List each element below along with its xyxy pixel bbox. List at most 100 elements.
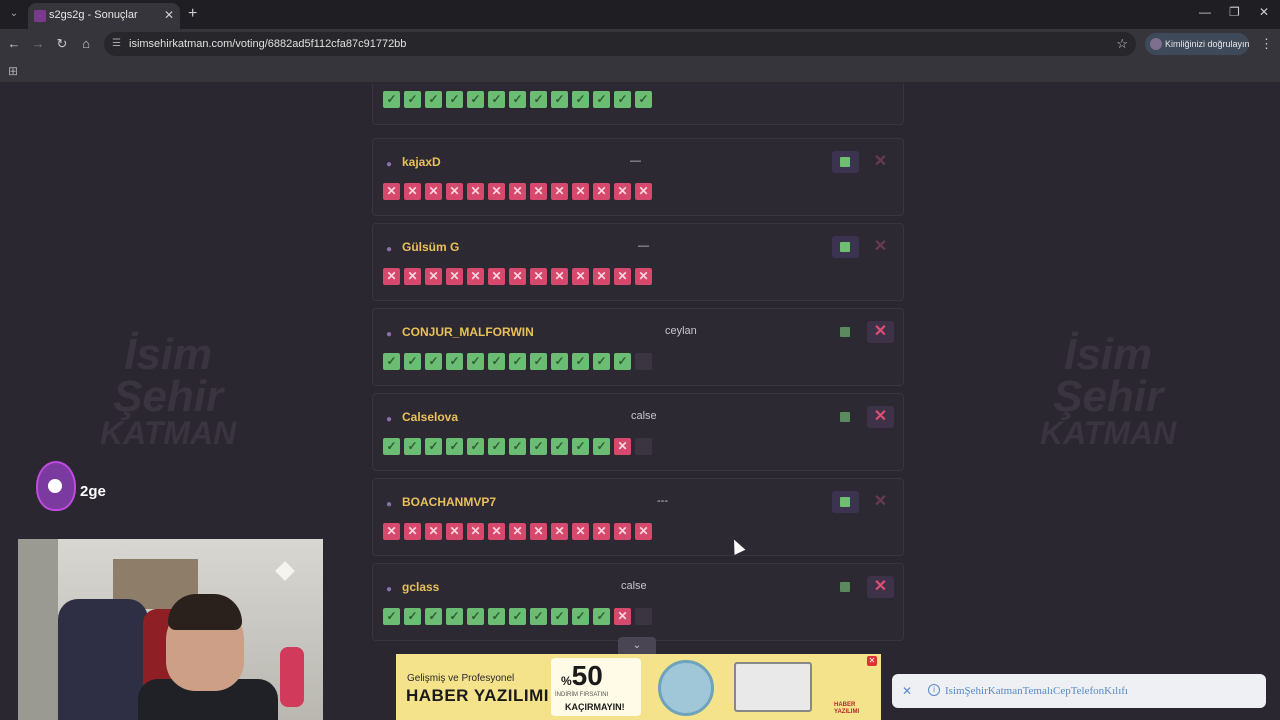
address-bar[interactable]: ☰ isimsehirkatman.com/voting/6882ad5f112… xyxy=(104,32,1136,56)
close-window-icon[interactable]: ✕ xyxy=(1259,5,1269,19)
check-square-icon xyxy=(840,412,850,422)
vote-marks: ✓ ✓ ✓ ✓ ✓ ✓ ✓ ✓ ✓ ✓ ✓ ✕ xyxy=(383,608,652,626)
cross-mark-icon: ✕ xyxy=(404,268,421,285)
url-text[interactable]: isimsehirkatman.com/voting/6882ad5f112cf… xyxy=(129,38,406,50)
vote-marks: ✕ ✕ ✕ ✕ ✕ ✕ ✕ ✕ ✕ ✕ ✕ ✕ ✕ xyxy=(383,268,652,286)
home-icon[interactable]: ⌂ xyxy=(78,36,94,51)
close-icon[interactable]: ✕ xyxy=(902,684,912,698)
check-mark-icon: ✓ xyxy=(530,91,547,108)
cross-mark-icon: ✕ xyxy=(446,268,463,285)
vote-wrong-button[interactable]: ✕ xyxy=(867,236,894,258)
profile-button[interactable]: Kimliğinizi doğrulayın xyxy=(1145,33,1250,55)
empty-mark xyxy=(635,353,652,370)
cross-mark-icon: ✕ xyxy=(509,523,526,540)
player-name-text: kajaxD xyxy=(402,155,441,169)
cross-mark-icon: ✕ xyxy=(593,268,610,285)
vote-correct-button[interactable] xyxy=(832,576,859,598)
check-mark-icon: ✓ xyxy=(551,91,568,108)
vote-correct-button[interactable] xyxy=(832,151,859,173)
vote-wrong-button[interactable]: ✕ xyxy=(867,321,894,343)
cross-mark-icon: ✕ xyxy=(635,183,652,200)
vote-wrong-button[interactable]: ✕ xyxy=(867,576,894,598)
ad-sub2: KAÇIRMAYIN! xyxy=(565,702,625,712)
vote-wrong-button[interactable]: ✕ xyxy=(867,491,894,513)
bg-logo-line1: İsim xyxy=(1064,330,1153,379)
info-icon: i xyxy=(928,684,940,696)
player-name: ● Gülsüm G xyxy=(386,240,459,255)
check-mark-icon: ✓ xyxy=(425,91,442,108)
tab-search-icon[interactable]: ⌄ xyxy=(6,6,22,22)
close-icon[interactable]: ✕ xyxy=(164,8,174,22)
vote-marks: ✓ ✓ ✓ ✓ ✓ ✓ ✓ ✓ ✓ ✓ ✓ ✕ xyxy=(383,438,652,456)
minimize-icon[interactable]: — xyxy=(1199,5,1211,19)
bookmark-star-icon[interactable]: ☆ xyxy=(1116,36,1128,52)
cross-mark-icon: ✕ xyxy=(614,183,631,200)
vote-correct-button[interactable] xyxy=(832,321,859,343)
player-name: ● kajaxD xyxy=(386,155,441,170)
check-mark-icon: ✓ xyxy=(446,608,463,625)
cross-mark-icon: ✕ xyxy=(467,268,484,285)
check-mark-icon: ✓ xyxy=(383,438,400,455)
cross-mark-icon: ✕ xyxy=(467,183,484,200)
cross-mark-icon: ✕ xyxy=(572,268,589,285)
check-mark-icon: ✓ xyxy=(383,608,400,625)
ad-discount-badge: %50 İNDİRİM FIRSATINI KAÇIRMAYIN! xyxy=(551,658,641,716)
cross-mark-icon: ✕ xyxy=(404,523,421,540)
cross-mark-icon: ✕ xyxy=(572,523,589,540)
bg-logo-line2: Şehir xyxy=(1053,371,1164,421)
vote-correct-button[interactable] xyxy=(832,406,859,428)
player-answer: calse xyxy=(621,580,647,592)
result-row: ● Calselova calse ✕ ✓ ✓ ✓ ✓ ✓ ✓ ✓ ✓ ✓ ✓ ✓ ✕ xyxy=(372,393,904,471)
plus-icon[interactable]: + xyxy=(188,5,197,23)
profile-label: Kimliğinizi doğrulayın xyxy=(1165,39,1250,49)
site-info-icon[interactable]: ☰ xyxy=(112,38,124,50)
vote-wrong-button[interactable]: ✕ xyxy=(867,151,894,173)
vote-correct-button[interactable] xyxy=(832,236,859,258)
cross-mark-icon: ✕ xyxy=(551,183,568,200)
check-square-icon xyxy=(840,242,850,252)
maximize-icon[interactable]: ❐ xyxy=(1229,5,1240,19)
cross-mark-icon: ✕ xyxy=(383,183,400,200)
apps-grid-icon[interactable]: ⊞ xyxy=(8,64,18,78)
bird-logo-icon xyxy=(36,461,76,511)
cross-mark-icon: ✕ xyxy=(509,183,526,200)
bg-logo-line2: Şehir xyxy=(113,371,224,421)
result-row: ● Gülsüm G — ✕ ✕ ✕ ✕ ✕ ✕ ✕ ✕ ✕ ✕ ✕ ✕ ✕ ✕ xyxy=(372,223,904,301)
notification-bar[interactable]: ✕ i IsimŞehirKatmanTemalıCepTelefonKılıf… xyxy=(892,674,1266,708)
cross-mark-icon: ✕ xyxy=(509,268,526,285)
check-square-icon xyxy=(840,497,850,507)
check-mark-icon: ✓ xyxy=(614,353,631,370)
vote-correct-button[interactable] xyxy=(832,491,859,513)
result-row: ● CONJUR_MALFORWIN ceylan ✕ ✓ ✓ ✓ ✓ ✓ ✓ ✓ ✓ ✓ ✓ ✓ ✓ xyxy=(372,308,904,386)
user-icon: ● xyxy=(386,329,393,340)
player-answer: --- xyxy=(657,495,668,507)
tab-active[interactable]: s2gs2g - Sonuçlar ✕ xyxy=(28,3,180,29)
background-logo-right: İsim Şehir KATMAN xyxy=(1040,330,1176,449)
notification-text[interactable]: IsimŞehirKatmanTemalıCepTelefonKılıfı xyxy=(945,685,1128,697)
user-icon: ● xyxy=(386,499,393,510)
ad-banner[interactable]: Gelişmiş ve Profesyonel HABER YAZILIMI %… xyxy=(396,654,881,720)
microphone-icon xyxy=(280,647,304,707)
check-mark-icon: ✓ xyxy=(446,438,463,455)
check-mark-icon: ✓ xyxy=(635,91,652,108)
empty-mark xyxy=(635,438,652,455)
check-mark-icon: ✓ xyxy=(383,353,400,370)
check-mark-icon: ✓ xyxy=(404,353,421,370)
cross-mark-icon: ✕ xyxy=(635,268,652,285)
check-mark-icon: ✓ xyxy=(446,91,463,108)
kebab-menu-icon[interactable]: ⋮ xyxy=(1260,36,1273,52)
check-mark-icon: ✓ xyxy=(488,353,505,370)
check-mark-icon: ✓ xyxy=(530,608,547,625)
ad-close-icon[interactable]: ✕ xyxy=(867,656,877,666)
vote-marks: ✓ ✓ ✓ ✓ ✓ ✓ ✓ ✓ ✓ ✓ ✓ ✓ ✓ xyxy=(383,91,652,109)
favicon-icon xyxy=(34,10,46,22)
check-square-icon xyxy=(840,327,850,337)
vote-wrong-button[interactable]: ✕ xyxy=(867,406,894,428)
cross-mark-icon: ✕ xyxy=(614,268,631,285)
forward-icon[interactable]: → xyxy=(30,36,46,51)
reload-icon[interactable]: ↻ xyxy=(54,36,70,52)
back-icon[interactable]: ← xyxy=(6,36,22,51)
ad-collapse-button[interactable]: ⌄ xyxy=(618,637,656,655)
tab-bar: ⌄ s2gs2g - Sonuçlar ✕ + — ❐ ✕ xyxy=(0,0,1280,29)
check-mark-icon: ✓ xyxy=(530,438,547,455)
